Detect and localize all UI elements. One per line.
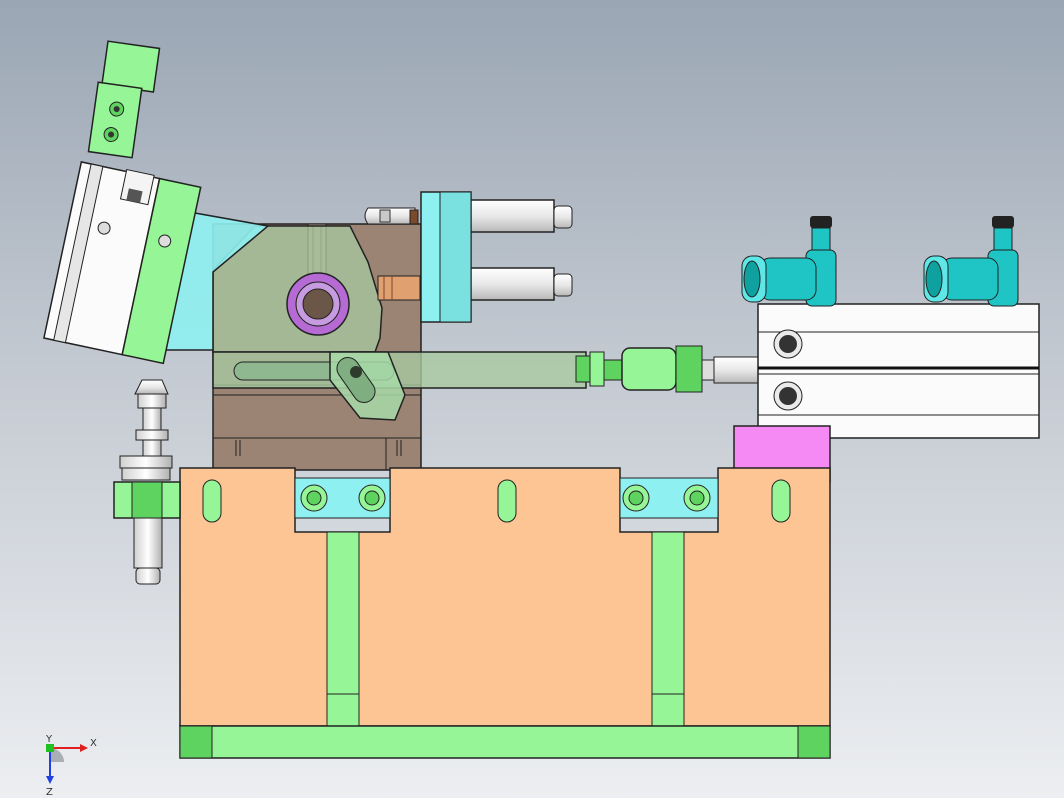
air-fitting-left[interactable] <box>741 216 837 307</box>
air-fitting-right[interactable] <box>923 216 1019 307</box>
sensor-bracket[interactable] <box>87 40 161 160</box>
shock-absorber[interactable] <box>113 379 181 585</box>
air-cylinder[interactable] <box>757 303 1040 439</box>
vertical-rail-right[interactable] <box>651 531 685 727</box>
vertical-rail-left[interactable] <box>326 531 360 727</box>
cad-graphics-viewport[interactable]: X Y Z <box>0 0 1064 798</box>
coordinate-triad-icon: X Y Z <box>45 734 97 798</box>
bottom-rail[interactable] <box>179 725 831 759</box>
rod-end-fitting[interactable] <box>575 345 761 393</box>
triad-z-label: Z <box>46 787 53 798</box>
triad-y-label: Y <box>45 734 53 745</box>
base-block[interactable] <box>179 467 831 727</box>
triad-x-label: X <box>90 738 97 749</box>
assembly-model[interactable]: X Y Z <box>0 0 1064 798</box>
